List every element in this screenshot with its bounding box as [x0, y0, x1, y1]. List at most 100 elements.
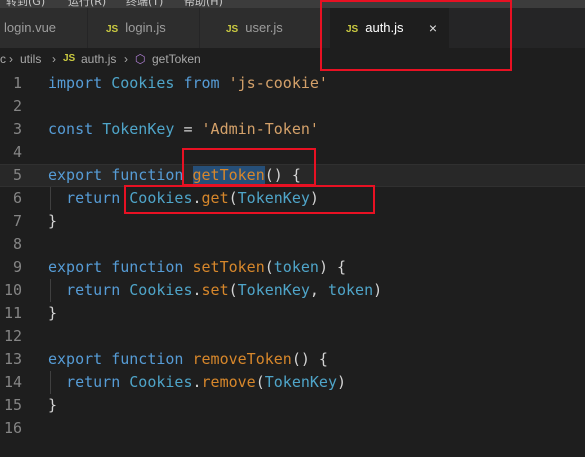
code-token: function	[111, 350, 184, 368]
menu-item-terminal[interactable]: 终端(T)	[126, 0, 163, 8]
breadcrumb-file[interactable]: auth.js	[81, 48, 116, 70]
code-token: import	[48, 74, 103, 92]
code-text: }	[48, 210, 57, 233]
code-token: ,	[309, 281, 328, 299]
code-token: remove	[201, 373, 256, 391]
line-number: 13	[3, 350, 22, 368]
symbol-method-icon: ⬡	[135, 52, 146, 66]
line-number: 5	[12, 166, 22, 184]
breadcrumb-symbol[interactable]: getToken	[152, 48, 201, 70]
menu-item-goto[interactable]: 转到(G)	[6, 0, 45, 8]
chevron-right-icon: ›	[52, 52, 56, 66]
code-token: )	[373, 281, 383, 299]
code-token: .	[192, 281, 202, 299]
js-file-icon: JS	[226, 24, 239, 35]
menu-item-run[interactable]: 运行(R)	[68, 0, 106, 8]
line-number: 14	[3, 373, 22, 391]
code-editor[interactable]: 1 import Cookies from 'js-cookie' 2 3 const …	[0, 70, 585, 457]
line-number: 9	[12, 258, 22, 276]
code-token: return	[66, 281, 121, 299]
code-line[interactable]: 15}	[0, 394, 585, 417]
code-token: export	[48, 258, 103, 276]
code-line[interactable]: 1 import Cookies from 'js-cookie'	[0, 72, 585, 95]
code-line[interactable]: 10 return Cookies.set(TokenKey, token)	[0, 279, 585, 302]
code-text: return Cookies.remove(TokenKey)	[48, 371, 346, 394]
code-token: (	[228, 281, 238, 299]
code-token: TokenKey	[102, 120, 175, 138]
line-number: 6	[12, 189, 22, 207]
code-token: const	[48, 120, 94, 138]
code-text: }	[48, 394, 57, 417]
code-line[interactable]: 12	[0, 325, 585, 348]
line-number: 4	[12, 143, 22, 161]
tab-label: login.vue	[4, 20, 57, 35]
code-text: export function setToken(token) {	[48, 256, 346, 279]
line-number: 15	[3, 396, 22, 414]
code-token: Cookies	[129, 281, 193, 299]
code-token: return	[66, 189, 121, 207]
code-token: function	[111, 258, 184, 276]
annotation-box-active-tab	[320, 0, 512, 71]
line-number: 8	[12, 235, 22, 253]
line-number: 10	[3, 281, 22, 299]
code-token: setToken	[192, 258, 265, 276]
code-line[interactable]: 2	[0, 95, 585, 118]
chevron-right-icon: ›	[9, 52, 13, 66]
code-line[interactable]: 16	[0, 417, 585, 440]
code-token: )	[337, 373, 347, 391]
code-token: removeToken	[192, 350, 292, 368]
code-line[interactable]: 13 export function removeToken() {	[0, 348, 585, 371]
code-token: from	[183, 74, 220, 92]
code-token: TokenKey	[264, 373, 337, 391]
code-line[interactable]: 11}	[0, 302, 585, 325]
line-number: 7	[12, 212, 22, 230]
code-token: set	[201, 281, 229, 299]
line-number: 12	[3, 327, 22, 345]
code-token: token	[273, 258, 319, 276]
code-token: (	[264, 258, 274, 276]
code-line[interactable]: 14 return Cookies.remove(TokenKey)	[0, 371, 585, 394]
code-token: 'js-cookie'	[228, 74, 328, 92]
code-token: function	[111, 166, 184, 184]
code-line[interactable]: 9 export function setToken(token) {	[0, 256, 585, 279]
tab-user-js[interactable]: JS user.js	[200, 8, 322, 48]
code-text: const TokenKey = 'Admin-Token'	[48, 118, 319, 141]
menu-item-help[interactable]: 帮助(H)	[184, 0, 223, 8]
code-line[interactable]: 8	[0, 233, 585, 256]
code-token: Cookies	[129, 373, 193, 391]
code-token: TokenKey	[237, 281, 310, 299]
line-number: 16	[3, 419, 22, 437]
code-line[interactable]: 3 const TokenKey = 'Admin-Token'	[0, 118, 585, 141]
tab-login-js[interactable]: JS login.js	[88, 8, 200, 48]
breadcrumb-folder[interactable]: utils	[20, 48, 41, 70]
line-number: 3	[12, 120, 22, 138]
tab-label: login.js	[125, 20, 166, 35]
code-token: (	[255, 373, 265, 391]
line-number: 11	[3, 304, 22, 322]
tab-login-vue[interactable]: login.vue	[0, 8, 88, 48]
code-token: Cookies	[111, 74, 175, 92]
code-text: }	[48, 302, 57, 325]
code-token: () {	[291, 350, 328, 368]
code-token: }	[48, 304, 58, 322]
code-text: import Cookies from 'js-cookie'	[48, 72, 328, 95]
chevron-right-icon: ›	[124, 52, 128, 66]
code-token: return	[66, 373, 121, 391]
js-file-icon: JS	[106, 24, 119, 35]
code-token: export	[48, 350, 103, 368]
js-file-icon: JS	[63, 53, 76, 64]
breadcrumb-lead[interactable]: c	[0, 48, 6, 70]
code-token: =	[183, 120, 193, 138]
line-number: 1	[12, 74, 22, 92]
